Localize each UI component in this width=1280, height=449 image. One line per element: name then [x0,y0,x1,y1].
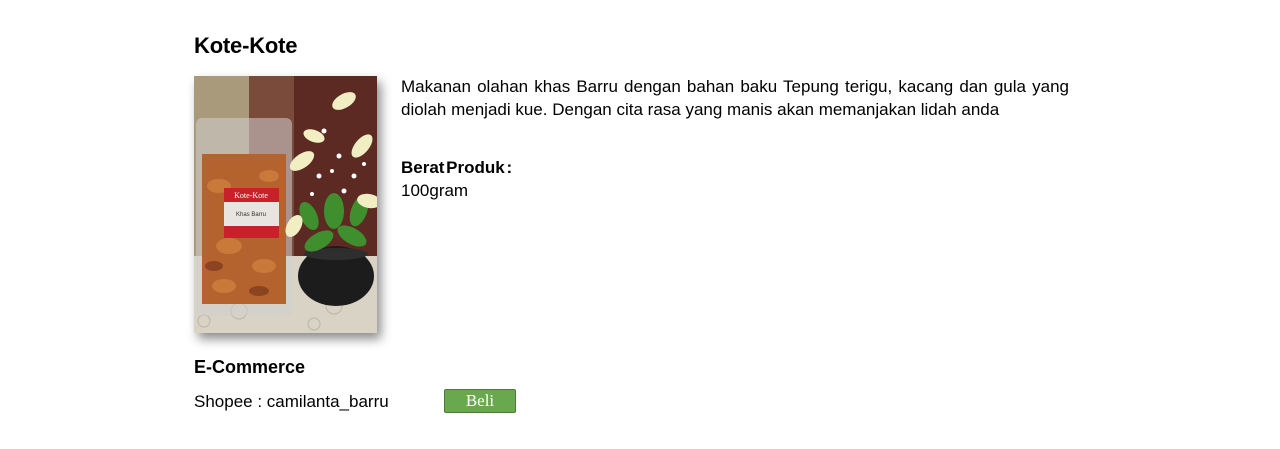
shop-separator: : [252,392,267,411]
package-label-bottom: Khas Barru [236,212,266,218]
weight-label: Berat Produk : [401,158,513,177]
package-label-top: Kote-Kote [234,191,268,200]
shop-account: camilanta_barru [266,392,389,411]
shop-row: Shopee : camilanta_barru [194,392,389,412]
product-description: Makanan olahan khas Barru dengan bahan b… [401,77,1069,119]
ecommerce-heading: E-Commerce [194,357,306,377]
weight-value: 100gram [401,181,469,200]
shop-platform: Shopee [194,392,253,411]
buy-button[interactable]: Beli [444,389,516,413]
product-title: Kote-Kote [194,33,298,58]
product-image: Kote-Kote Khas Barru [194,76,377,333]
